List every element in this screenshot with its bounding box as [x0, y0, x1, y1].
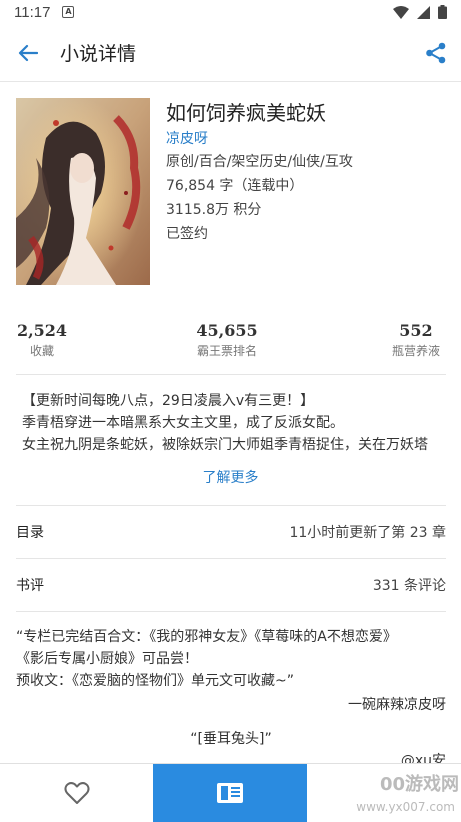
- app-bar: 小说详情: [0, 24, 461, 82]
- review-line: “专栏已完结百合文：《我的邪神女友》《草莓味的A不想恋爱》: [16, 629, 397, 645]
- word-count: 76,854 字（连载中）: [166, 178, 304, 194]
- heart-icon: [63, 782, 90, 804]
- more-link-wrap: 了解更多: [0, 467, 461, 487]
- wifi-icon: [393, 5, 409, 19]
- catalog-row[interactable]: 目录 11小时前更新了第 23 章: [16, 507, 446, 557]
- stat-label: 瓶营养液: [391, 344, 440, 358]
- description-line: 季青梧穿进一本暗黑系大女主文里，成了反派女配。: [22, 415, 344, 431]
- book-description: 【更新时间每晚八点，29日凌晨入v有三更！】 季青梧穿进一本暗黑系大女主文里，成…: [22, 390, 444, 456]
- reviews-label: 书评: [16, 578, 44, 594]
- contract-status: 已签约: [166, 226, 208, 242]
- stat-nutrition: 552 瓶营养液: [386, 320, 446, 368]
- divider: [16, 558, 446, 559]
- stat-favorites: 2,524 收藏: [16, 320, 68, 368]
- author-link[interactable]: 凉皮呀: [166, 128, 446, 150]
- stat-label: 收藏: [29, 344, 54, 358]
- book-tags: 原创/百合/架空历史/仙侠/互攻: [166, 154, 353, 170]
- status-time: 11:17: [14, 3, 51, 21]
- book-cover-illustration: [16, 98, 150, 285]
- share-button[interactable]: [411, 24, 461, 82]
- review-item[interactable]: “专栏已完结百合文：《我的邪神女友》《草莓味的A不想恋爱》 《影后专属小厨娘》可…: [16, 626, 446, 772]
- page-title: 小说详情: [60, 43, 137, 65]
- favorite-button[interactable]: [0, 764, 153, 822]
- divider: [16, 374, 446, 375]
- watermark-text: 00游戏网: [379, 774, 459, 795]
- catalog-label: 目录: [16, 525, 44, 541]
- divider: [16, 505, 446, 506]
- book-info: 如何饲养疯美蛇妖 凉皮呀 原创/百合/架空历史/仙侠/互攻 76,854 字（连…: [166, 98, 446, 246]
- book-open-icon: [217, 783, 243, 803]
- notification-icon: A: [62, 6, 75, 18]
- divider: [16, 611, 446, 612]
- learn-more-link[interactable]: 了解更多: [203, 470, 259, 486]
- stat-value: 45,655: [196, 321, 258, 340]
- stat-value: 2,524: [16, 321, 68, 340]
- book-cover[interactable]: [16, 98, 150, 285]
- battery-icon: [438, 5, 447, 19]
- back-button[interactable]: [0, 24, 56, 82]
- review-signature: 一碗麻辣凉皮呀: [348, 697, 446, 713]
- review-line: 《影后专属小厨娘》可品尝！: [16, 651, 198, 667]
- stat-ranking: 45,655 霸王票排名: [196, 320, 257, 368]
- watermark-url: www.yx007.com: [356, 800, 455, 814]
- read-button[interactable]: [153, 764, 307, 822]
- stats-bar: 2,524 收藏 45,655 霸王票排名 552 瓶营养液: [16, 320, 446, 368]
- share-icon: [426, 42, 446, 63]
- stat-value: 552: [399, 321, 433, 340]
- arrow-left-icon: [18, 44, 38, 61]
- review-subtitle: “[垂耳兔头]”: [190, 731, 272, 747]
- book-title: 如何饲养疯美蛇妖: [166, 101, 326, 125]
- stat-label: 霸王票排名: [196, 344, 257, 358]
- description-line: 【更新时间每晚八点，29日凌晨入v有三更！】: [22, 393, 315, 409]
- catalog-update: 11小时前更新了第 23 章: [289, 525, 446, 541]
- description-line: 女主祝九阴是条蛇妖，被除妖宗门大师姐季青梧捉住，关在万妖塔: [22, 437, 428, 453]
- review-line: 预收文：《恋爱脑的怪物们》单元文可收藏~”: [16, 673, 294, 689]
- points: 3115.8万 积分: [166, 202, 262, 218]
- signal-icon: [417, 5, 430, 19]
- status-bar: 11:17 A: [0, 0, 461, 24]
- reviews-count: 331 条评论: [372, 578, 446, 594]
- reviews-row[interactable]: 书评 331 条评论: [16, 560, 446, 610]
